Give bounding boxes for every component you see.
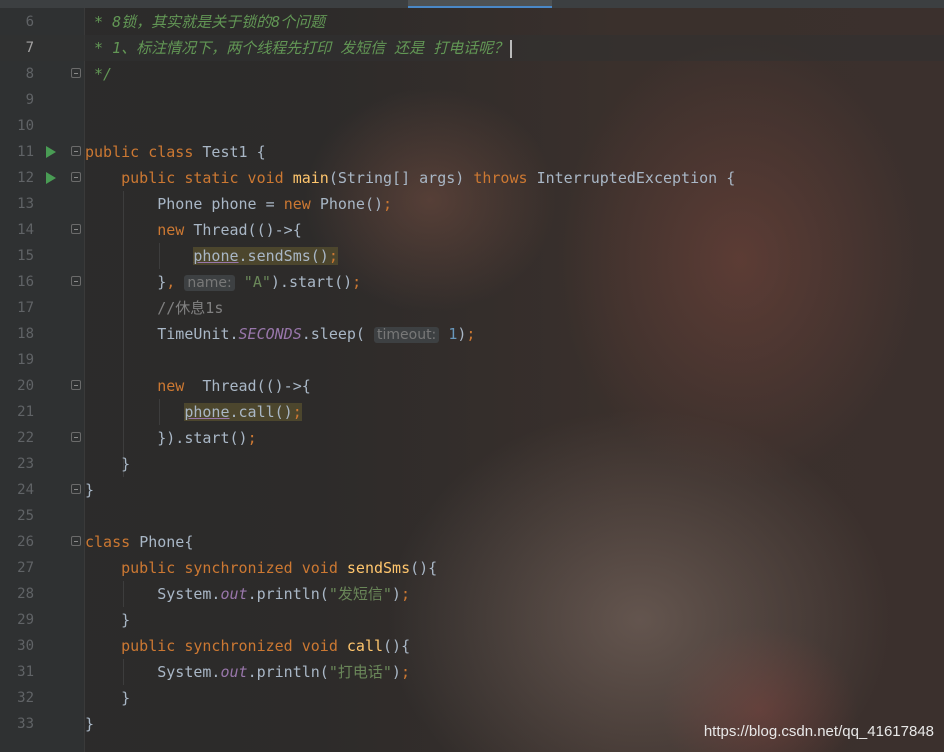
doc-comment: * 1、标注情况下，两个线程先打印 发短信 还是 打电话呢？ [85, 39, 509, 57]
line-number: 26 [17, 534, 34, 550]
doc-comment: */ [85, 65, 113, 83]
code-line[interactable]: 27 public synchronized void sendSms(){ [0, 555, 944, 581]
line-number: 20 [17, 378, 34, 394]
line-number: 18 [17, 326, 34, 342]
fold-icon[interactable] [71, 536, 81, 546]
code-line[interactable]: 25 [0, 503, 944, 529]
line-number: 29 [17, 612, 34, 628]
line-number: 31 [17, 664, 34, 680]
line-number: 23 [17, 456, 34, 472]
code-line[interactable]: 9 [0, 87, 944, 113]
fold-icon[interactable] [71, 224, 81, 234]
code-line[interactable]: 32 } [0, 685, 944, 711]
code-line[interactable]: 6 * 8锁，其实就是关于锁的8个问题 [0, 9, 944, 35]
code-line[interactable]: 24 } [0, 477, 944, 503]
editor-tab-bar [0, 0, 944, 8]
line-number: 8 [25, 66, 34, 82]
fold-icon[interactable] [71, 276, 81, 286]
code-line[interactable]: 29 } [0, 607, 944, 633]
line-number: 14 [17, 222, 34, 238]
code-line[interactable]: 11 public class Test1 { [0, 139, 944, 165]
code-line[interactable]: 23 } [0, 451, 944, 477]
tab-test1[interactable] [408, 0, 552, 8]
line-number: 27 [17, 560, 34, 576]
line-number: 16 [17, 274, 34, 290]
run-icon[interactable] [46, 146, 56, 158]
line-number: 11 [17, 144, 34, 160]
code-line-current[interactable]: 7 * 1、标注情况下，两个线程先打印 发短信 还是 打电话呢？ [0, 35, 944, 61]
code-line[interactable]: 22 }).start(); [0, 425, 944, 451]
text-cursor [510, 39, 513, 58]
code-line[interactable]: 28 System.out.println("发短信"); [0, 581, 944, 607]
fold-icon[interactable] [71, 432, 81, 442]
code-line[interactable]: 13 Phone phone = new Phone(); [0, 191, 944, 217]
run-icon[interactable] [46, 172, 56, 184]
code-line[interactable]: 15 phone.sendSms(); [0, 243, 944, 269]
code-line[interactable]: 19 [0, 347, 944, 373]
code-line[interactable]: 17 //休息1s [0, 295, 944, 321]
line-number: 13 [17, 196, 34, 212]
code-line[interactable]: 18 TimeUnit.SECONDS.sleep( timeout: 1); [0, 321, 944, 347]
code-line[interactable]: 16 }, name: "A").start(); [0, 269, 944, 295]
line-number: 9 [25, 92, 34, 108]
code-line[interactable]: 30 public synchronized void call(){ [0, 633, 944, 659]
line-number: 22 [17, 430, 34, 446]
line-number: 6 [25, 14, 34, 30]
line-number: 25 [17, 508, 34, 524]
line-number: 12 [17, 170, 34, 186]
code-line[interactable]: 20 new Thread(()->{ [0, 373, 944, 399]
line-number: 33 [17, 716, 34, 732]
line-number: 10 [17, 118, 34, 134]
code-line[interactable]: 10 [0, 113, 944, 139]
code-line[interactable]: 21 phone.call(); [0, 399, 944, 425]
inlay-hint: timeout: [374, 327, 440, 343]
fold-icon[interactable] [71, 380, 81, 390]
code-editor[interactable]: 6 * 8锁，其实就是关于锁的8个问题 7 * 1、标注情况下，两个线程先打印 … [0, 0, 944, 752]
code-line[interactable]: 8 */ [0, 61, 944, 87]
inlay-hint: name: [184, 275, 235, 291]
code-line[interactable]: 26 class Phone{ [0, 529, 944, 555]
code-line[interactable]: 31 System.out.println("打电话"); [0, 659, 944, 685]
code-line[interactable]: 14 new Thread(()->{ [0, 217, 944, 243]
doc-comment: * 8锁，其实就是关于锁的8个问题 [85, 13, 326, 31]
line-number: 17 [17, 300, 34, 316]
watermark-url: https://blog.csdn.net/qq_41617848 [703, 723, 934, 740]
code-line[interactable]: 12 public static void main(String[] args… [0, 165, 944, 191]
line-number: 30 [17, 638, 34, 654]
line-number: 32 [17, 690, 34, 706]
fold-icon[interactable] [71, 172, 81, 182]
fold-icon[interactable] [71, 68, 81, 78]
line-number: 15 [17, 248, 34, 264]
line-number: 28 [17, 586, 34, 602]
line-number: 19 [17, 352, 34, 368]
line-number: 21 [17, 404, 34, 420]
fold-icon[interactable] [71, 146, 81, 156]
line-number: 7 [25, 40, 34, 56]
line-number: 24 [17, 482, 34, 498]
fold-icon[interactable] [71, 484, 81, 494]
